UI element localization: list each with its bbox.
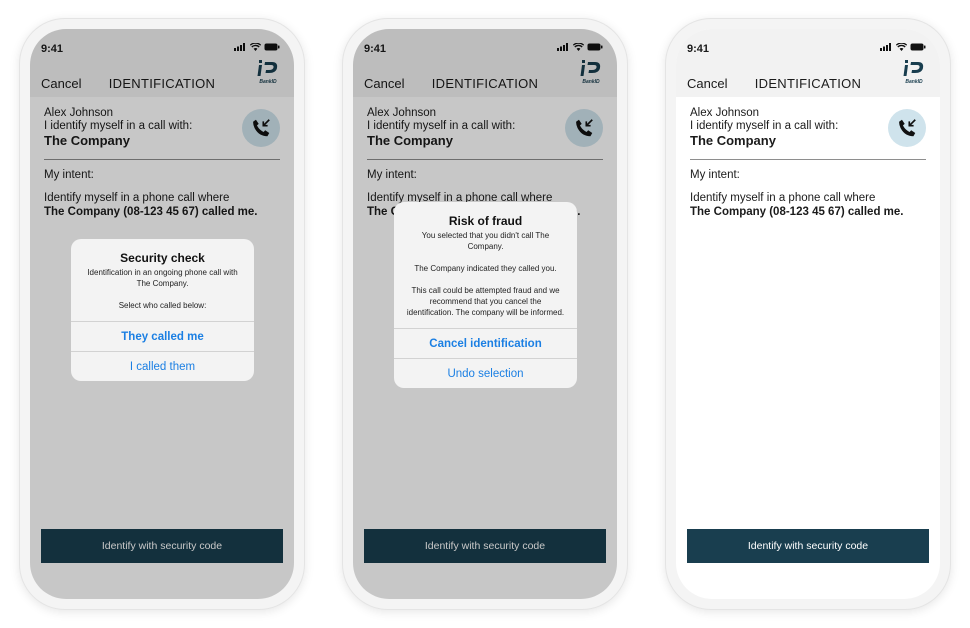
intent-line-2: The Company (08-123 45 67) called me. <box>690 206 904 218</box>
identify-button[interactable]: Identify with security code <box>687 529 929 563</box>
nav-bar: Cancel IDENTIFICATION BankID <box>676 60 940 97</box>
dialog-body-2: The Company indicated they called you. <box>414 264 557 273</box>
dialog-title: Security check <box>120 251 205 265</box>
phone-security-check: 9:41 Cancel IDENTIFICATION BankID Alex J… <box>19 18 305 610</box>
divider <box>690 159 926 160</box>
dialog-instruction: Select who called below: <box>118 301 207 310</box>
bankid-logo-text: BankID <box>905 79 923 85</box>
they-called-me-button[interactable]: They called me <box>71 321 254 351</box>
dialog-title: Risk of fraud <box>448 214 523 228</box>
intent-label: My intent: <box>690 169 740 181</box>
status-time: 9:41 <box>687 43 710 55</box>
bankid-logo: BankID <box>902 59 926 85</box>
wifi-icon <box>896 43 907 51</box>
phone-risk-of-fraud: 9:41 Cancel IDENTIFICATION BankID Alex J… <box>342 18 628 610</box>
i-called-them-button[interactable]: I called them <box>71 351 254 381</box>
status-bar: 9:41 <box>676 29 940 67</box>
page-title: IDENTIFICATION <box>754 76 862 91</box>
intent-text: Identify myself in a phone call where Th… <box>690 191 926 219</box>
phone-identification: 9:41 Cancel IDENTIFICATION BankID Alex J… <box>665 18 951 610</box>
status-icons <box>880 43 926 51</box>
content: Alex Johnson I identify myself in a call… <box>690 107 926 218</box>
cancel-identification-button[interactable]: Cancel identification <box>394 328 577 358</box>
signal-icon <box>880 43 891 51</box>
screen: 9:41 Cancel IDENTIFICATION BankID Alex J… <box>353 29 617 599</box>
screen: 9:41 Cancel IDENTIFICATION BankID Alex J… <box>676 29 940 599</box>
dialog-body-3: This call could be attempted fraud and w… <box>406 286 565 317</box>
incoming-call-icon <box>888 109 926 147</box>
risk-of-fraud-dialog: Risk of fraud You selected that you didn… <box>394 202 577 388</box>
undo-selection-button[interactable]: Undo selection <box>394 358 577 388</box>
security-check-dialog: Security check Identification in an ongo… <box>71 239 254 381</box>
dialog-body: Identification in an ongoing phone call … <box>87 268 238 288</box>
screen: 9:41 Cancel IDENTIFICATION BankID Alex J… <box>30 29 294 599</box>
battery-icon <box>910 43 926 51</box>
dialog-body-1: You selected that you didn't call The Co… <box>421 231 550 251</box>
intent-line-1: Identify myself in a phone call where <box>690 192 876 204</box>
